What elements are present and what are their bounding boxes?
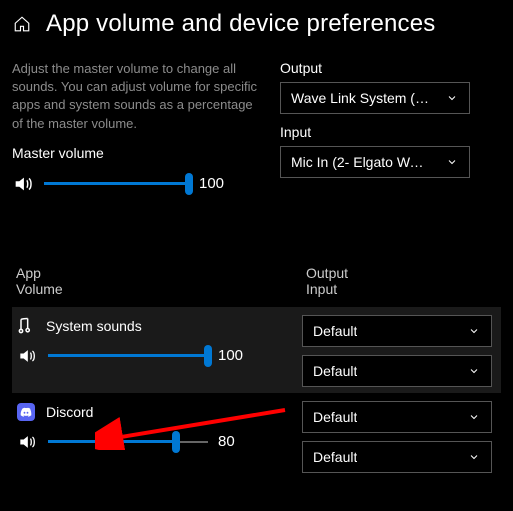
chevron-down-icon bbox=[467, 450, 481, 464]
chevron-down-icon bbox=[467, 324, 481, 338]
input-label: Input bbox=[280, 124, 480, 140]
chevron-down-icon bbox=[445, 91, 459, 105]
input-device-value: Mic In (2- Elgato Wa… bbox=[291, 154, 431, 170]
column-output-label: Output bbox=[306, 265, 348, 281]
discord-icon bbox=[16, 402, 36, 422]
system-volume-value: 100 bbox=[218, 347, 248, 364]
system-sounds-icon bbox=[16, 316, 36, 336]
discord-volume-value: 80 bbox=[218, 433, 248, 450]
discord-output-select[interactable]: Default bbox=[302, 401, 492, 433]
discord-volume-slider[interactable] bbox=[48, 432, 208, 452]
page-title: App volume and device preferences bbox=[46, 10, 436, 38]
speaker-icon[interactable] bbox=[16, 431, 38, 453]
master-volume-slider[interactable] bbox=[44, 174, 189, 194]
system-volume-slider[interactable] bbox=[48, 346, 208, 366]
input-device-select[interactable]: Mic In (2- Elgato Wa… bbox=[280, 146, 470, 178]
master-volume-label: Master volume bbox=[12, 145, 262, 161]
master-volume-value: 100 bbox=[199, 175, 229, 192]
column-volume-label: Volume bbox=[16, 281, 306, 297]
column-app-label: App bbox=[16, 265, 306, 281]
chevron-down-icon bbox=[467, 410, 481, 424]
app-name: Discord bbox=[46, 404, 93, 420]
description-text: Adjust the master volume to change all s… bbox=[12, 60, 262, 133]
output-label: Output bbox=[280, 60, 480, 76]
column-input-label: Input bbox=[306, 281, 348, 297]
output-device-select[interactable]: Wave Link System (2… bbox=[280, 82, 470, 114]
system-input-select[interactable]: Default bbox=[302, 355, 492, 387]
output-device-value: Wave Link System (2… bbox=[291, 90, 431, 106]
app-row-discord: Discord 80 Defau bbox=[12, 393, 501, 479]
discord-input-select[interactable]: Default bbox=[302, 441, 492, 473]
home-icon[interactable] bbox=[12, 14, 32, 34]
app-name: System sounds bbox=[46, 318, 142, 334]
app-row-system-sounds: System sounds 100 bbox=[12, 307, 501, 393]
chevron-down-icon bbox=[445, 155, 459, 169]
chevron-down-icon bbox=[467, 364, 481, 378]
speaker-icon[interactable] bbox=[16, 345, 38, 367]
system-output-select[interactable]: Default bbox=[302, 315, 492, 347]
speaker-icon[interactable] bbox=[12, 173, 34, 195]
